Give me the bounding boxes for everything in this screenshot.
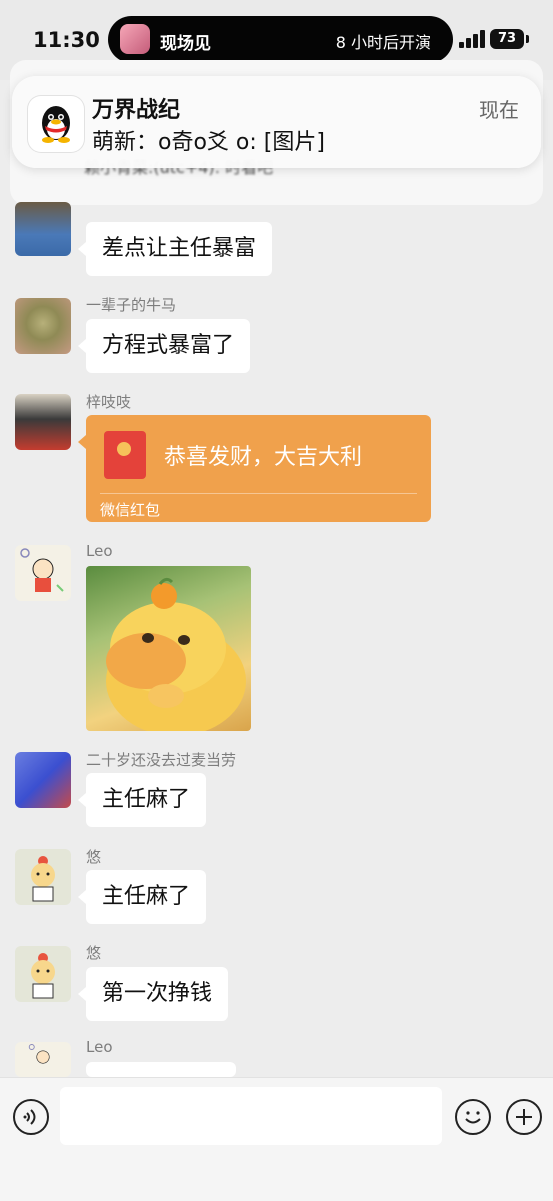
voice-input-icon[interactable] <box>13 1099 49 1135</box>
emoji-icon[interactable] <box>455 1099 491 1135</box>
qq-penguin-icon <box>28 96 84 152</box>
message-bubble[interactable]: 主任麻了 <box>77 773 207 827</box>
red-packet-divider <box>100 493 417 494</box>
message-input[interactable] <box>60 1087 442 1145</box>
red-packet-label: 微信红包 <box>100 501 161 519</box>
sender-name: Leo <box>86 542 113 560</box>
status-time: 11:30 <box>33 28 100 52</box>
message-bubble[interactable] <box>78 1062 236 1096</box>
message-bubble[interactable]: 主任麻了 <box>77 870 207 924</box>
avatar[interactable] <box>15 394 71 450</box>
notification-banner[interactable]: 万界战纪 萌新：o奇o爻 o: [图片] 现在 <box>12 76 541 168</box>
notification-body: 萌新：o奇o爻 o: [图片] <box>92 130 325 155</box>
live-activity-thumbnail <box>120 24 150 54</box>
red-packet-message[interactable]: 恭喜发财，大吉大利 微信红包 <box>78 415 431 522</box>
avatar[interactable] <box>15 849 71 905</box>
battery-tip <box>526 35 529 43</box>
live-activity-island[interactable]: 现场见 8 小时后开演 <box>108 16 453 63</box>
red-packet-icon <box>104 431 146 479</box>
avatar[interactable] <box>15 752 71 808</box>
sender-name: 梓吱吱 <box>86 393 132 411</box>
live-activity-countdown: 8 小时后开演 <box>335 33 431 52</box>
avatar[interactable] <box>15 1042 71 1077</box>
sender-name: 悠 <box>86 848 102 866</box>
battery-icon: 73 <box>490 29 524 49</box>
sender-name: Leo <box>86 1038 113 1056</box>
avatar[interactable] <box>15 946 71 1002</box>
avatar[interactable] <box>15 202 71 256</box>
signal-icon <box>459 30 485 48</box>
avatar[interactable] <box>15 298 71 354</box>
live-activity-label: 现场见 <box>160 34 211 54</box>
message-bubble[interactable]: 第一次挣钱 <box>77 967 229 1021</box>
notification-title: 万界战纪 <box>92 98 181 123</box>
sticker-image[interactable] <box>86 566 251 731</box>
plus-icon[interactable] <box>506 1099 542 1135</box>
avatar[interactable] <box>15 545 71 601</box>
notification-time: 现在 <box>479 98 519 122</box>
red-packet-title: 恭喜发财，大吉大利 <box>164 445 363 470</box>
message-bubble[interactable]: 差点让主任暴富 <box>77 222 273 276</box>
sender-name: 悠 <box>86 944 102 962</box>
sender-name: 一辈子的牛马 <box>86 296 177 314</box>
sender-name: 二十岁还没去过麦当劳 <box>86 751 237 769</box>
message-bubble[interactable]: 方程式暴富了 <box>77 319 251 373</box>
chat-input-bar <box>0 1077 553 1201</box>
